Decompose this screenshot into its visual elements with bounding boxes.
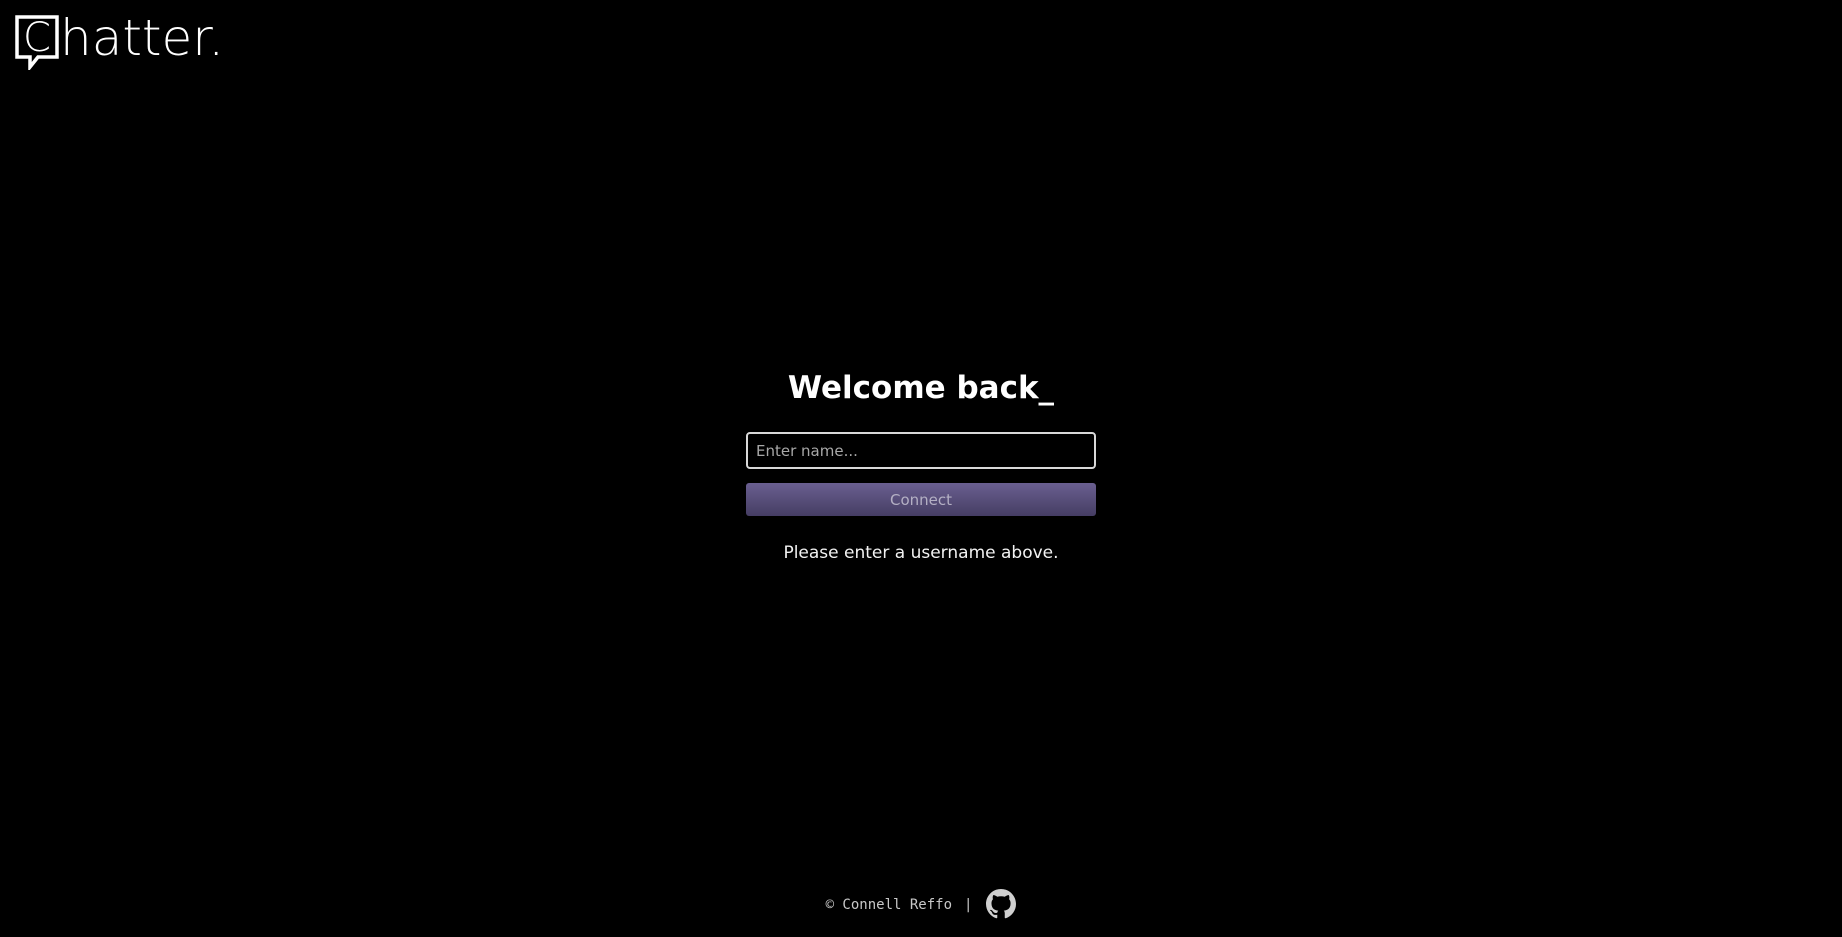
chatter-logo[interactable]: C hatter. — [14, 10, 224, 74]
github-link[interactable] — [986, 889, 1017, 919]
logo-mark-letter: C — [23, 15, 51, 61]
login-page: C hatter. Welcome back_ Connect Please e… — [0, 0, 1842, 937]
connect-button[interactable]: Connect — [746, 483, 1096, 516]
name-input[interactable] — [746, 432, 1096, 469]
copyright-text: © Connell Reffo — [825, 897, 952, 913]
logo-text: hatter. — [60, 9, 225, 67]
status-message: Please enter a username above. — [783, 543, 1059, 563]
login-form: Welcome back_ Connect Please enter a use… — [746, 364, 1096, 563]
footer: © Connell Reffo | — [0, 889, 1842, 919]
github-icon — [986, 889, 1017, 919]
welcome-title: Welcome back_ — [787, 370, 1055, 406]
chat-bubble-logo-icon: C — [15, 15, 59, 70]
footer-separator: | — [964, 897, 973, 913]
